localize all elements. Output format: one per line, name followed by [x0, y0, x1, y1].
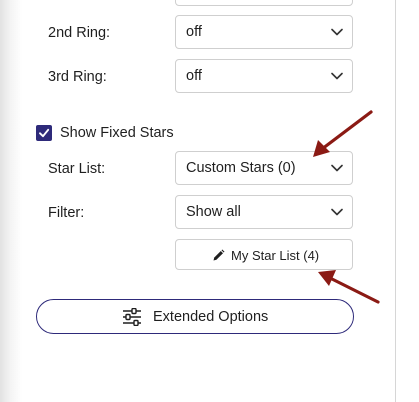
ring3-label: 3rd Ring:: [48, 69, 107, 85]
filter-label: Filter:: [48, 205, 85, 221]
annotation-arrow-icon: [313, 110, 373, 157]
show-fixed-stars-checkbox[interactable]: [36, 125, 52, 141]
panel-right-edge: [395, 0, 419, 402]
show-fixed-stars-label: Show Fixed Stars: [60, 125, 174, 141]
ring2-label: 2nd Ring:: [48, 25, 111, 41]
chevron-down-icon: [331, 28, 343, 36]
select-partial-top[interactable]: [175, 0, 353, 6]
checkmark-icon: [39, 128, 50, 138]
annotation-arrow-icon: [318, 270, 380, 304]
ring3-select-value: off: [186, 68, 202, 84]
sliders-icon: [123, 308, 141, 326]
filter-select-value: Show all: [186, 204, 241, 220]
ring2-select[interactable]: off: [175, 15, 353, 49]
chevron-down-icon: [331, 208, 343, 216]
my-star-list-button-label: My Star List (4): [231, 248, 320, 263]
pencil-icon: [213, 249, 225, 261]
star-list-label: Star List:: [48, 161, 106, 177]
chevron-down-icon: [331, 72, 343, 80]
extended-options-button[interactable]: Extended Options: [36, 299, 354, 334]
ring2-select-value: off: [186, 24, 202, 40]
star-list-select-value: Custom Stars (0): [186, 160, 296, 176]
panel-left-shadow: [0, 0, 22, 402]
ring3-select[interactable]: off: [175, 59, 353, 93]
filter-select[interactable]: Show all: [175, 195, 353, 229]
extended-options-button-label: Extended Options: [153, 309, 269, 325]
